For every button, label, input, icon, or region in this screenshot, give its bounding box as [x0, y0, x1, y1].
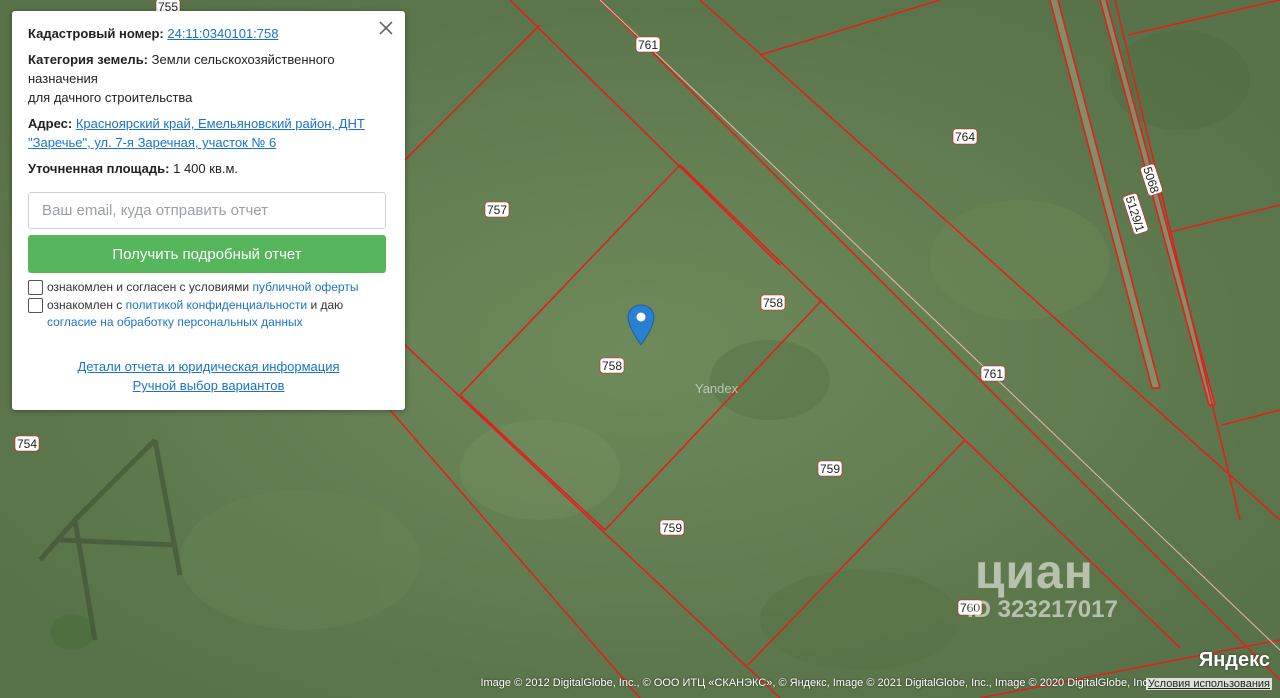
address-row: Адрес: Красноярский край, Емельяновский …: [28, 114, 389, 152]
cian-watermark: циан ID 323217017: [935, 549, 1118, 623]
address-link[interactable]: Красноярский край, Емельяновский район, …: [28, 116, 365, 150]
yandex-logo[interactable]: Яндекс: [1199, 649, 1270, 672]
area-row: Уточненная площадь: 1 400 кв.м.: [28, 159, 389, 178]
privacy-consent-checkbox[interactable]: [28, 298, 43, 313]
terms-of-use-link[interactable]: Условия использования: [1145, 678, 1272, 690]
category-label: Категория земель:: [28, 52, 149, 67]
report-details-link[interactable]: Детали отчета и юридическая информация: [28, 357, 389, 376]
cadastral-row: Кадастровый номер: 24:11:0340101:758: [28, 24, 389, 43]
plot-label[interactable]: 758: [760, 294, 786, 311]
offer-consent-label: ознакомлен и согласен с условиями: [47, 280, 250, 294]
get-report-button[interactable]: Получить подробный отчет: [28, 235, 386, 273]
email-input[interactable]: [28, 192, 386, 229]
close-icon[interactable]: [377, 19, 395, 37]
svg-text:759: 759: [820, 462, 840, 476]
svg-text:757: 757: [487, 203, 507, 217]
plot-label[interactable]: 761: [980, 365, 1006, 382]
cadastral-label: Кадастровый номер:: [28, 26, 164, 41]
map-watermark: Yandex: [695, 381, 739, 396]
address-label: Адрес:: [28, 116, 73, 131]
svg-text:761: 761: [638, 38, 658, 52]
plot-label[interactable]: 764: [952, 128, 978, 145]
cian-logo: циан: [975, 546, 1094, 599]
card-footer-links: Детали отчета и юридическая информация Р…: [28, 357, 389, 395]
offer-consent-row: ознакомлен и согласен с условиями публич…: [28, 279, 389, 296]
area-label: Уточненная площадь:: [28, 161, 170, 176]
area-value: 1 400 кв.м.: [173, 161, 239, 176]
plot-info-card: Кадастровый номер: 24:11:0340101:758 Кат…: [12, 11, 405, 410]
location-pin-icon[interactable]: [627, 304, 655, 346]
privacy-consent-row: ознакомлен с политикой конфиденциальност…: [28, 297, 389, 331]
plot-label[interactable]: 761: [635, 36, 661, 53]
svg-text:764: 764: [955, 130, 975, 144]
svg-text:759: 759: [662, 521, 682, 535]
plot-label[interactable]: 759: [817, 460, 843, 477]
category-value-sub: для дачного строительства: [28, 90, 193, 105]
svg-text:761: 761: [983, 367, 1003, 381]
cadastral-number-link[interactable]: 24:11:0340101:758: [167, 26, 278, 41]
svg-text:758: 758: [763, 296, 783, 310]
offer-consent-text: ознакомлен и согласен с условиями публич…: [47, 279, 358, 296]
svg-text:754: 754: [17, 437, 37, 451]
plot-label[interactable]: 759: [659, 519, 685, 536]
plot-label[interactable]: 757: [484, 201, 510, 218]
map-attribution: Image © 2012 DigitalGlobe, Inc., © ООО И…: [480, 677, 1151, 689]
category-row: Категория земель: Земли сельскохозяйстве…: [28, 50, 389, 107]
privacy-consent-mid: и даю: [310, 298, 344, 312]
plot-label[interactable]: 758: [599, 357, 625, 374]
personal-data-consent-link[interactable]: согласие на обработку персональных данны…: [47, 315, 303, 329]
privacy-policy-link[interactable]: политикой конфиденциальности: [126, 298, 307, 312]
svg-text:758: 758: [602, 359, 622, 373]
privacy-consent-text: ознакомлен с политикой конфиденциальност…: [47, 297, 343, 331]
manual-selection-link[interactable]: Ручной выбор вариантов: [28, 376, 389, 395]
public-offer-link[interactable]: публичной оферты: [252, 280, 358, 294]
privacy-consent-label: ознакомлен с: [47, 298, 123, 312]
offer-consent-checkbox[interactable]: [28, 280, 43, 295]
plot-label[interactable]: 754: [14, 435, 40, 452]
listing-id: ID 323217017: [967, 596, 1118, 623]
